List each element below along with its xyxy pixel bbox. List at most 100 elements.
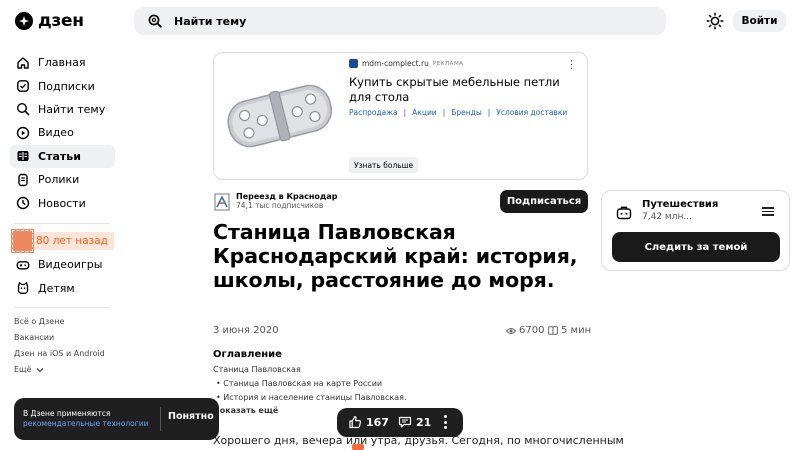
sidebar-item-label: Видео: [38, 126, 74, 140]
sidebar-nav: Главная Подписки Найти тему Видео Статьи…: [10, 51, 115, 215]
notice-ok-button[interactable]: Понятно: [168, 411, 214, 422]
ad-links: Распродажа | Акции | Бренды | Условия доста…: [349, 108, 567, 117]
ad-link-divider: |: [487, 108, 491, 117]
comment-icon: [398, 416, 412, 428]
like-button[interactable]: 167: [348, 415, 389, 429]
sidebar-item-articles[interactable]: Статьи: [10, 144, 115, 168]
promo-label: 80 лет назад: [36, 235, 108, 247]
sidebar-item-label: Детям: [38, 281, 75, 295]
toc-item[interactable]: Станица Павловская: [213, 365, 301, 374]
footer-link-about[interactable]: Всё о Дзене: [14, 317, 64, 326]
eye-icon: [506, 327, 516, 334]
shorts-icon: [18, 173, 28, 186]
topic-name[interactable]: Путешествия: [642, 199, 718, 210]
sidebar-divider: [14, 307, 110, 308]
sidebar-item-find-topic[interactable]: Найти тему: [10, 98, 115, 121]
reactions-bar: 167 21: [337, 408, 463, 437]
search-placeholder: Найти тему: [174, 14, 247, 28]
article-views: 6700: [506, 325, 544, 336]
video-icon: [16, 126, 30, 140]
footer-link-vacancies[interactable]: Вакансии: [14, 333, 54, 342]
article-title: Станица Павловская Краснодарский край: и…: [213, 220, 578, 292]
sidebar-item-news[interactable]: Новости: [10, 191, 115, 214]
ad-link-brands[interactable]: Бренды: [451, 108, 482, 117]
toc-item[interactable]: • Станица Павловская на карте России: [216, 379, 382, 388]
article-date: 3 июня 2020: [213, 325, 279, 336]
footer-link-apps[interactable]: Дзен на iOS и Android: [14, 349, 105, 358]
topic-count: 7,42 млн...: [642, 212, 692, 222]
sidebar-item-video[interactable]: Видео: [10, 121, 115, 144]
toc-show-more-link[interactable]: Показать ещё: [213, 406, 278, 415]
more-vertical-icon[interactable]: [444, 415, 448, 432]
ad-favicon-icon: [349, 59, 358, 68]
sidebar-item-label: Ролики: [38, 173, 80, 187]
hamburger-menu-icon[interactable]: [762, 207, 774, 218]
sidebar-item-80-years-ago[interactable]: 80 лет назад: [11, 229, 114, 253]
toc-heading: Оглавление: [213, 349, 282, 360]
footer-more-label: Ещё: [14, 365, 32, 374]
theme-toggle-icon[interactable]: [706, 12, 724, 30]
sidebar-item-label: Статьи: [38, 149, 81, 163]
channel-name[interactable]: Переезд в Краснодар: [236, 192, 337, 201]
gamepad-icon: [16, 260, 30, 270]
sidebar-item-label: Найти тему: [38, 102, 106, 116]
search-bar[interactable]: Найти тему: [134, 7, 666, 35]
ad-cta-button[interactable]: Узнать больше: [349, 157, 419, 173]
sidebar-item-subscriptions[interactable]: Подписки: [10, 74, 115, 97]
ad-hinge-image: [227, 84, 333, 148]
ad-link-sale[interactable]: Распродажа: [349, 108, 398, 117]
notice-text: В Дзене применяются: [23, 409, 111, 418]
sidebar-item-label: Видеоигры: [38, 258, 103, 272]
likes-count: 167: [366, 415, 389, 429]
stamp-icon: [11, 229, 34, 253]
thumbs-up-icon: [349, 416, 362, 429]
article-image-edge: [352, 444, 364, 450]
ad-domain: mdm-complect.ru: [362, 59, 429, 68]
ad-more-icon[interactable]: ⋮: [566, 58, 577, 71]
subscribe-button[interactable]: Подписаться: [500, 190, 588, 213]
article-read-time-value: 5 мин: [561, 325, 592, 336]
find-topic-icon: [16, 103, 30, 116]
sidebar-item-home[interactable]: Главная: [10, 51, 115, 74]
sidebar-item-label: Подписки: [38, 79, 95, 93]
ad-link-divider: |: [442, 108, 446, 117]
home-icon: [17, 56, 29, 69]
suitcase-icon: [616, 206, 632, 220]
dzen-logo[interactable]: дзен: [15, 11, 84, 31]
ad-domain-row[interactable]: mdm-complect.ru РЕКЛАМА: [349, 59, 463, 68]
sidebar-item-videogames[interactable]: Видеоигры: [10, 253, 115, 276]
recommendation-notice: В Дзене применяются рекомендательные тех…: [14, 398, 219, 440]
dzen-logo-icon: [15, 12, 33, 30]
sidebar-divider: [14, 223, 110, 224]
ad-title[interactable]: Купить скрытые мебельные петли для стола: [349, 75, 569, 105]
news-icon: [16, 196, 30, 210]
book-icon: [548, 326, 558, 335]
search-icon: [148, 14, 162, 28]
ad-link-delivery[interactable]: Условия доставки: [496, 108, 567, 117]
sidebar-extra-nav: Видеоигры Детям: [10, 253, 115, 300]
subscriptions-icon: [17, 80, 29, 92]
chevron-down-icon: [36, 367, 43, 372]
notice-divider: [160, 407, 161, 431]
topic-card: Путешествия 7,42 млн... Следить за темой: [601, 190, 790, 271]
toc-item[interactable]: • История и население станицы Павловская…: [216, 393, 407, 402]
login-button[interactable]: Войти: [733, 10, 786, 32]
sidebar-item-shorts[interactable]: Ролики: [10, 168, 115, 191]
articles-icon: [17, 151, 29, 162]
ad-block[interactable]: mdm-complect.ru РЕКЛАМА ⋮ Купить скрытые…: [213, 52, 588, 180]
channel-avatar[interactable]: [214, 193, 230, 211]
footer-link-more[interactable]: Ещё: [14, 365, 44, 374]
sidebar-item-label: Новости: [38, 196, 86, 210]
ad-tag: РЕКЛАМА: [432, 60, 464, 67]
article-read-time: 5 мин: [548, 325, 591, 336]
article-views-count: 6700: [519, 325, 545, 336]
comments-button[interactable]: 21: [398, 415, 431, 429]
sidebar-item-kids[interactable]: Детям: [10, 276, 115, 299]
comments-count: 21: [416, 415, 432, 429]
logo-text: дзен: [38, 11, 84, 31]
notice-link[interactable]: рекомендательные технологии: [23, 419, 148, 428]
ad-link-promotions[interactable]: Акции: [412, 108, 437, 117]
channel-subscribers: 74,1 тыс подписчиков: [236, 201, 324, 210]
follow-topic-button[interactable]: Следить за темой: [612, 232, 780, 262]
ad-link-divider: |: [403, 108, 407, 117]
